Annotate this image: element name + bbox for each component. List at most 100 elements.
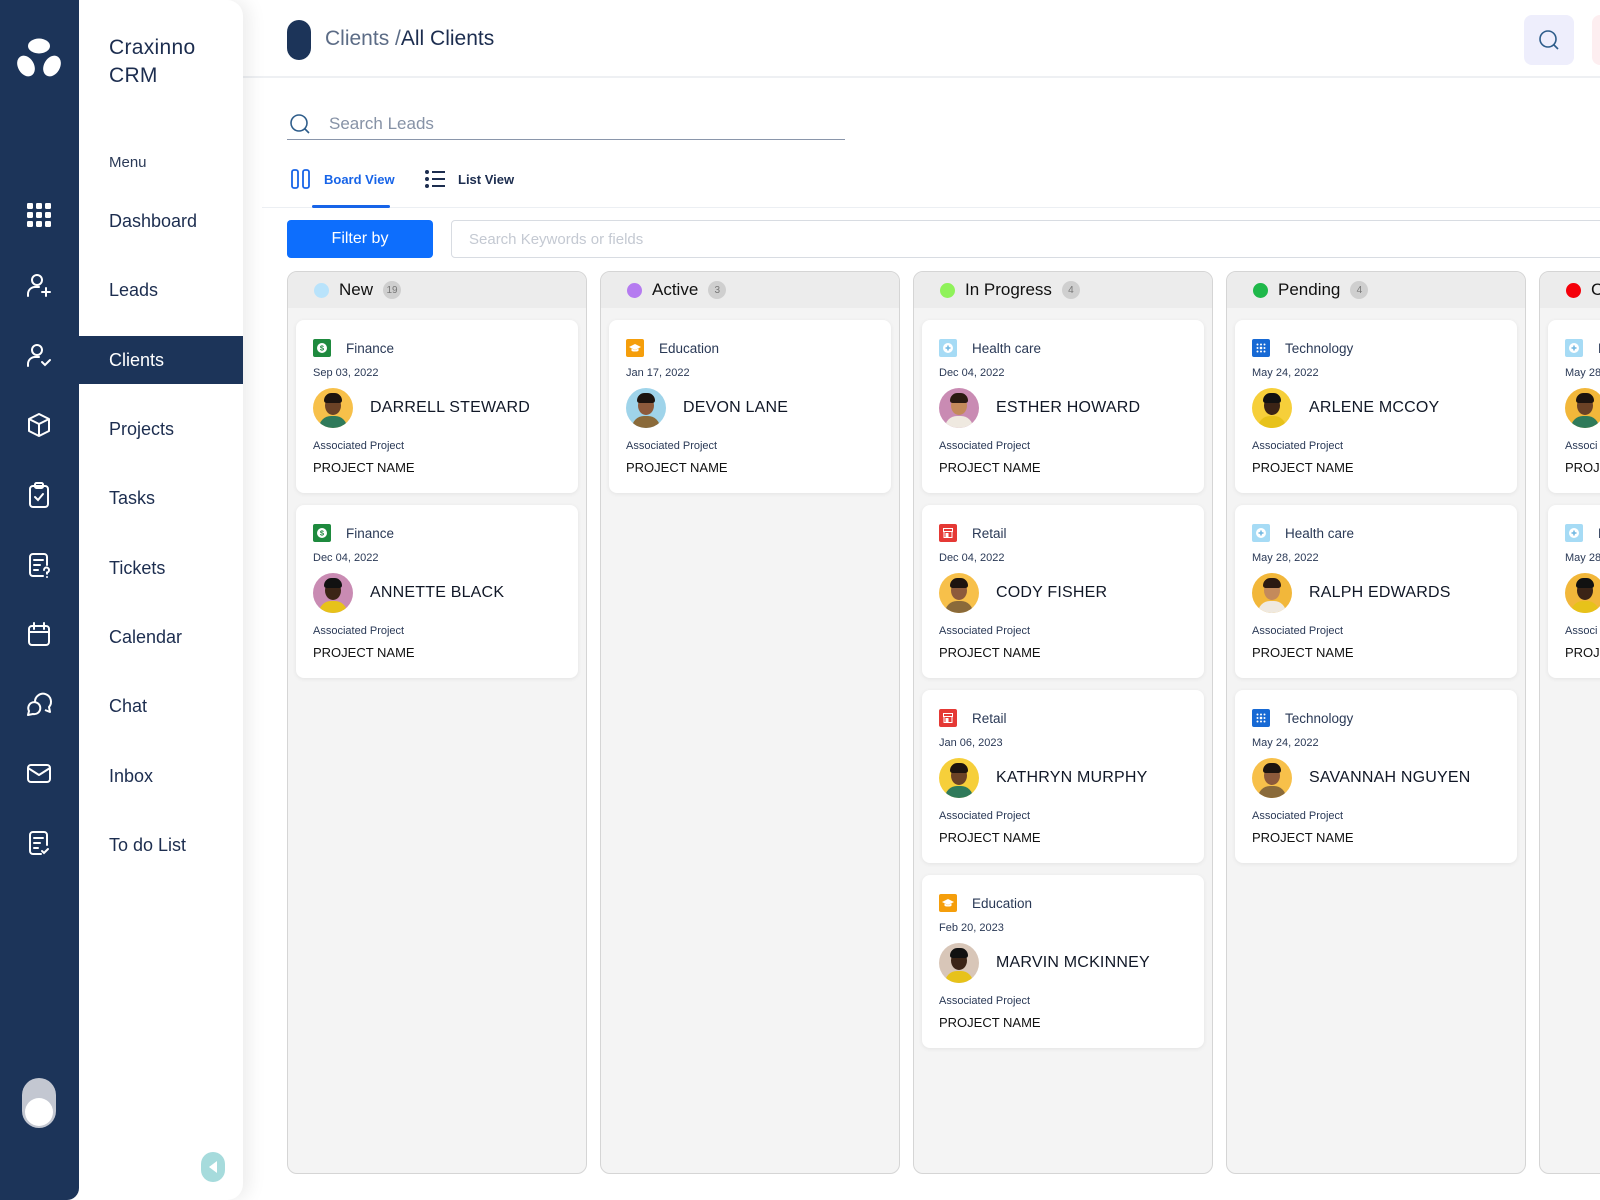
column-header[interactable]: Pending 4 — [1227, 272, 1525, 308]
clipboard-check-icon[interactable] — [24, 480, 54, 510]
project-name[interactable]: PROJECT NAME — [626, 460, 874, 475]
card-date: May 28, 2022 — [1252, 552, 1319, 564]
collapse-sidebar-button[interactable] — [201, 1152, 225, 1182]
todo-list-icon[interactable] — [24, 828, 54, 858]
avatar-hair — [1576, 578, 1594, 588]
ticket-question-icon[interactable] — [24, 550, 54, 580]
client-person: ARLENE MCCOY — [1252, 388, 1500, 428]
column-header[interactable]: C — [1540, 272, 1600, 308]
client-card[interactable]: Retail Dec 04, 2022 CODY FISHER Associat… — [922, 505, 1204, 678]
theme-toggle[interactable] — [22, 1078, 56, 1128]
client-card[interactable]: Retail Jan 06, 2023 KATHRYN MURPHY Assoc… — [922, 690, 1204, 863]
menu-item-leads[interactable]: Leads — [79, 266, 243, 314]
project-name[interactable]: PROJECT NAME — [313, 645, 561, 660]
column-title: Pending — [1278, 280, 1341, 299]
search-leads-input[interactable] — [329, 113, 829, 134]
top-header: Clients /All Clients — [243, 0, 1600, 78]
client-name: DEVON LANE — [683, 399, 789, 416]
tab-board-view[interactable]: Board View — [290, 168, 395, 208]
industry-label: Education — [659, 340, 720, 356]
user-check-icon[interactable] — [24, 340, 54, 370]
project-name[interactable]: PROJECT NAME — [939, 460, 1187, 475]
associated-project-label: Associ — [1565, 625, 1598, 637]
mail-icon[interactable] — [24, 758, 54, 788]
industry-label: Technology — [1285, 340, 1354, 356]
avatar — [313, 573, 353, 613]
card-date: May 24, 2022 — [1252, 367, 1319, 379]
client-card[interactable]: Health care Dec 04, 2022 ESTHER HOWARD A… — [922, 320, 1204, 493]
chat-icon[interactable] — [24, 689, 54, 719]
client-card[interactable]: Technology May 24, 2022 ARLENE MCCOY Ass… — [1235, 320, 1517, 493]
column-header[interactable]: In Progress 4 — [914, 272, 1212, 308]
menu-label: Menu — [109, 154, 147, 171]
project-name[interactable]: PROJECT NAME — [1252, 460, 1500, 475]
industry-label: Finance — [346, 340, 395, 356]
column-count-badge: 4 — [1061, 281, 1080, 299]
project-name[interactable]: PROJ — [1565, 645, 1600, 660]
header-search-button[interactable] — [1524, 15, 1574, 65]
menu-item-tickets[interactable]: Tickets — [79, 544, 243, 592]
client-card[interactable]: Health care May 28 Associ PROJ — [1548, 505, 1600, 678]
client-card[interactable]: Education Jan 17, 2022 DEVON LANE Associ… — [609, 320, 891, 493]
industry-row: Health care — [1252, 523, 1500, 543]
client-card[interactable]: $ Finance Dec 04, 2022 ANNETTE BLACK Ass… — [296, 505, 578, 678]
client-card[interactable]: Health care May 28 Associ PROJ — [1548, 320, 1600, 493]
project-name[interactable]: PROJECT NAME — [939, 1015, 1187, 1030]
project-name[interactable]: PROJECT NAME — [939, 830, 1187, 845]
menu-item-projects[interactable]: Projects — [79, 405, 243, 453]
grid-icon[interactable] — [24, 200, 54, 230]
card-list: Health care Dec 04, 2022 ESTHER HOWARD A… — [914, 308, 1212, 1048]
project-name[interactable]: PROJECT NAME — [1252, 645, 1500, 660]
menu-item-calendar[interactable]: Calendar — [79, 613, 243, 661]
menu-item-inbox[interactable]: Inbox — [79, 752, 243, 800]
column-count-badge: 3 — [708, 281, 727, 299]
column-header[interactable]: Active 3 — [601, 272, 899, 308]
client-card[interactable]: $ Finance Sep 03, 2022 DARRELL STEWARD A… — [296, 320, 578, 493]
medical-plus-icon — [1252, 524, 1270, 542]
chevron-left-icon — [209, 1161, 217, 1173]
tab-list-view[interactable]: List View — [424, 168, 514, 208]
header-notification-button[interactable] — [1592, 15, 1600, 65]
box-icon[interactable] — [24, 410, 54, 440]
card-date: Feb 20, 2023 — [939, 922, 1004, 934]
user-plus-icon[interactable] — [24, 270, 54, 300]
header-pill-decoration — [287, 20, 311, 60]
associated-project-label: Associated Project — [939, 810, 1031, 822]
avatar — [939, 388, 979, 428]
column-header[interactable]: New 19 — [288, 272, 586, 308]
avatar — [939, 573, 979, 613]
breadcrumb-current: All Clients — [400, 27, 495, 50]
keyword-search-input[interactable] — [451, 220, 1600, 258]
avatar-body — [945, 416, 973, 428]
dollar-icon: $ — [313, 524, 331, 542]
avatar-hair — [637, 393, 655, 403]
menu-item-clients[interactable]: Clients — [75, 336, 243, 384]
client-name: RALPH EDWARDS — [1309, 584, 1451, 601]
breadcrumb: Clients /All Clients — [325, 27, 494, 51]
avatar-hair — [324, 393, 342, 403]
board-column-pending: Pending 4 Technology May 24, 2022 ARLENE… — [1226, 271, 1526, 1174]
filter-by-button[interactable]: Filter by — [287, 220, 433, 258]
industry-label: Health care — [972, 340, 1042, 356]
calendar-icon[interactable] — [24, 619, 54, 649]
card-date: Jan 06, 2023 — [939, 737, 1003, 749]
avatar — [1252, 758, 1292, 798]
project-name[interactable]: PROJ — [1565, 460, 1600, 475]
project-name[interactable]: PROJECT NAME — [1252, 830, 1500, 845]
menu-item-chat[interactable]: Chat — [79, 682, 243, 730]
menu-item-todo-list[interactable]: To do List — [79, 821, 243, 869]
column-title: In Progress — [965, 280, 1052, 299]
board-column-active: Active 3 Education Jan 17, 2022 DEVON LA… — [600, 271, 900, 1174]
client-card[interactable]: Education Feb 20, 2023 MARVIN MCKINNEY A… — [922, 875, 1204, 1048]
avatar-body — [1258, 601, 1286, 613]
avatar — [1565, 573, 1600, 613]
breadcrumb-parent[interactable]: Clients / — [325, 27, 401, 50]
menu-item-dashboard[interactable]: Dashboard — [79, 197, 243, 245]
client-card[interactable]: Technology May 24, 2022 SAVANNAH NGUYEN … — [1235, 690, 1517, 863]
project-name[interactable]: PROJECT NAME — [939, 645, 1187, 660]
client-name: ESTHER HOWARD — [996, 399, 1141, 416]
card-date: May 28 — [1565, 367, 1600, 379]
project-name[interactable]: PROJECT NAME — [313, 460, 561, 475]
client-card[interactable]: Health care May 28, 2022 RALPH EDWARDS A… — [1235, 505, 1517, 678]
menu-item-tasks[interactable]: Tasks — [79, 474, 243, 522]
